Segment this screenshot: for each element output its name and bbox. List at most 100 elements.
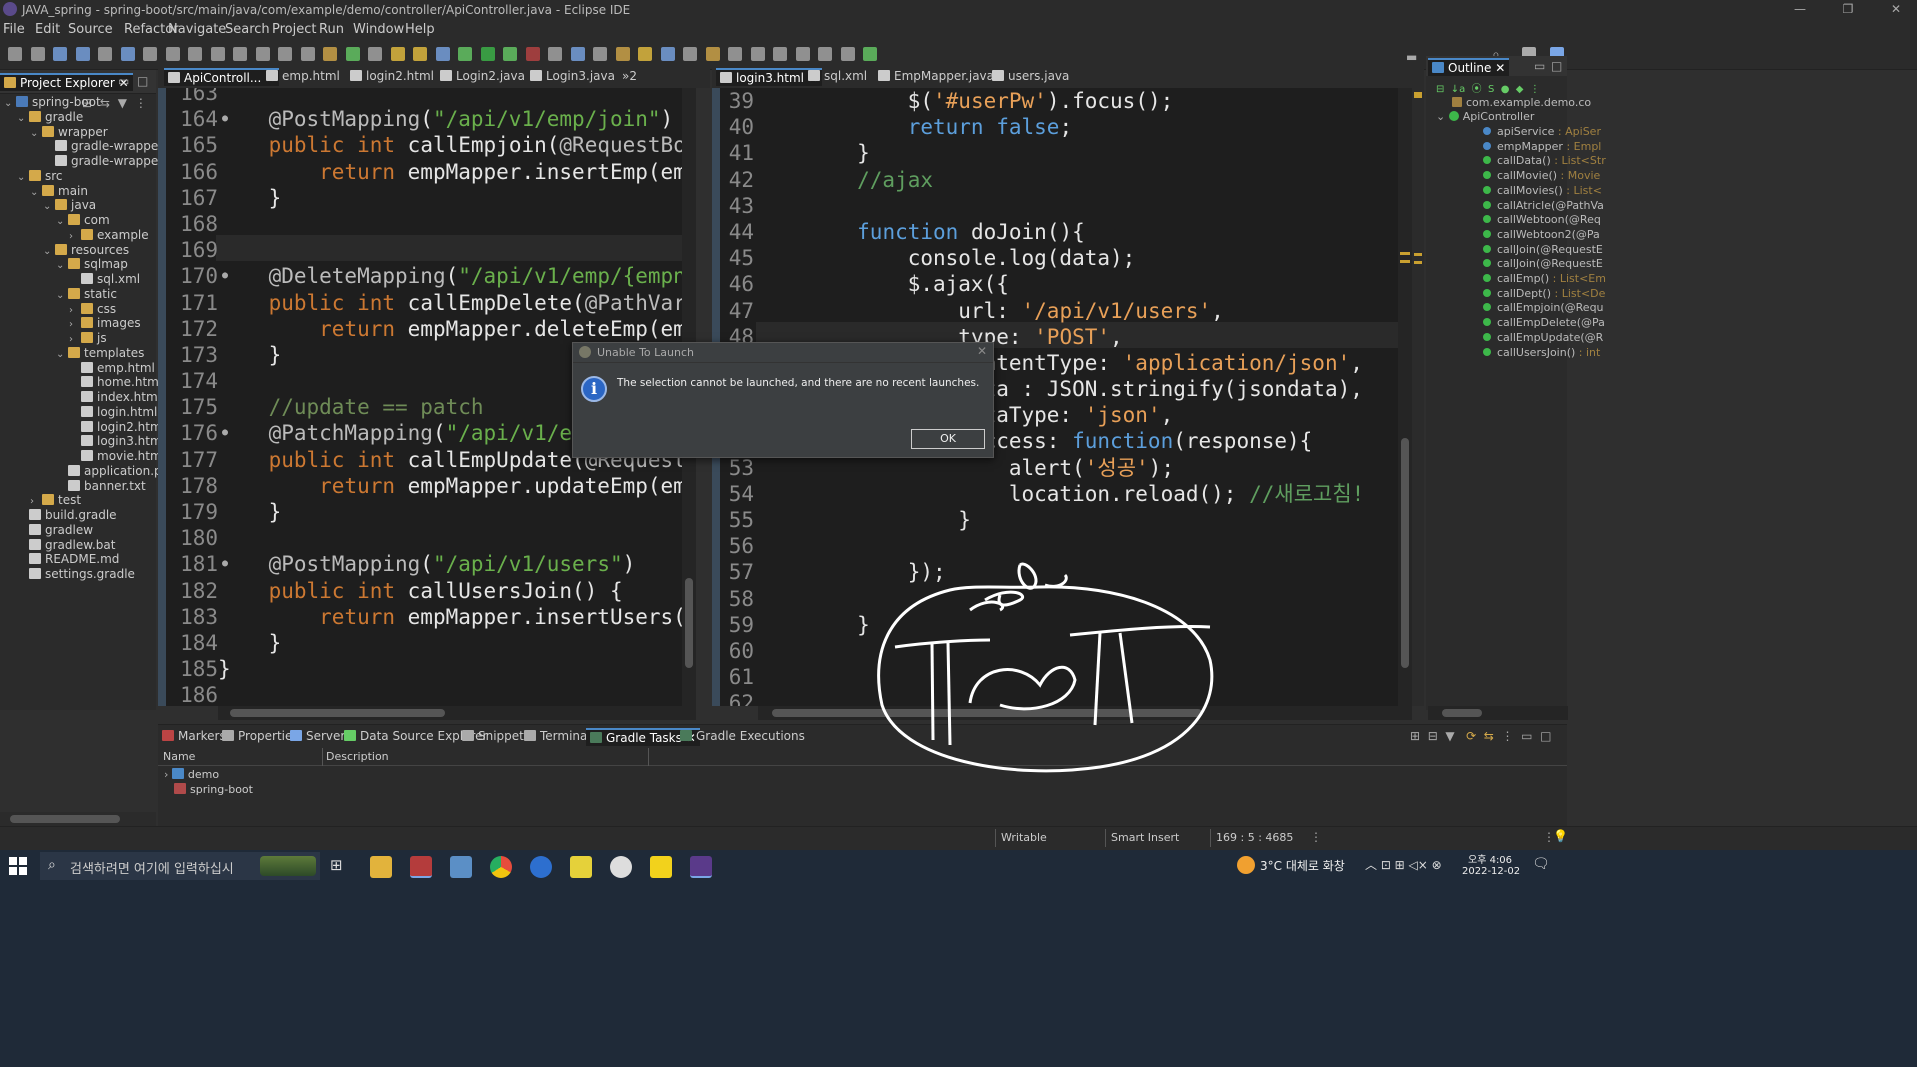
hide-fields-icon[interactable]: ⦿ (1472, 84, 1482, 95)
right-editor-tab-2[interactable]: EmpMapper.java (878, 68, 994, 86)
sort-icon[interactable]: ↓a (1451, 84, 1466, 95)
tree-item-gradlew[interactable]: gradlew (17, 523, 93, 537)
outline-member-0[interactable]: apiService : ApiSer (1483, 125, 1601, 138)
toolbar-action-icon[interactable] (75, 47, 90, 61)
toolbar-action-icon[interactable] (98, 47, 112, 61)
recording-app-icon[interactable] (410, 856, 432, 878)
chevron-down-icon[interactable]: ⌄ (56, 290, 68, 301)
panel-minimize-icon[interactable]: ▭ (1521, 729, 1532, 743)
outline-member-11[interactable]: callDept() : List<De (1483, 287, 1605, 300)
outline-member-2[interactable]: callData() : List<Str (1483, 154, 1606, 167)
app-blue-icon[interactable] (530, 856, 552, 878)
toolbar-action-icon[interactable] (53, 47, 67, 61)
menu-window[interactable]: Window (353, 22, 404, 37)
code-line[interactable] (218, 237, 682, 263)
outline-member-14[interactable]: callEmpUpdate(@R (1483, 331, 1603, 344)
tree-item-resources[interactable]: ⌄ resources (43, 243, 129, 257)
toolbar-action-icon[interactable] (660, 47, 675, 61)
outline-package[interactable]: com.example.demo.co (1452, 96, 1591, 109)
toolbar-action-icon[interactable] (368, 47, 382, 61)
code-line[interactable] (756, 193, 1364, 219)
code-line[interactable] (218, 211, 682, 237)
weather-text[interactable]: 3°C 대체로 화창 (1260, 857, 1345, 874)
tree-item-test[interactable]: › test (30, 493, 81, 507)
code-line[interactable]: //ajax (756, 167, 1364, 193)
toolbar-action-icon[interactable] (345, 47, 360, 61)
code-line[interactable]: $.ajax({ (756, 271, 1364, 297)
code-line[interactable]: public int callEmpjoin(@RequestBod (218, 132, 682, 158)
link-selection-icon[interactable]: ⇆ (1484, 729, 1494, 743)
code-line[interactable]: function doJoin(){ (756, 219, 1364, 245)
tree-row-spring-boot[interactable]: spring-boot (174, 783, 253, 796)
tree-item-images[interactable]: › images (69, 316, 141, 330)
outline-member-6[interactable]: callWebtoon(@Req (1483, 213, 1601, 226)
filter-tasks-icon[interactable]: ▼ (1445, 729, 1454, 743)
tree-row-demo[interactable]: › demo (164, 768, 219, 781)
right-editor-vertical-scrollbar[interactable] (1398, 88, 1412, 706)
toolbar-action-icon[interactable] (30, 47, 45, 61)
code-line[interactable]: $('#userPw').focus(); (756, 88, 1364, 114)
right-editor-tab-1[interactable]: sql.xml (808, 68, 867, 86)
outline-class[interactable]: ⌄ ApiController (1436, 110, 1534, 123)
close-window-button[interactable]: ✕ (1876, 0, 1916, 20)
code-line[interactable]: public int callUsersJoin() { (218, 578, 682, 604)
code-line[interactable]: @DeleteMapping("/api/v1/emp/{empno (218, 263, 682, 289)
toolbar-action-icon[interactable] (503, 47, 517, 61)
toolbar-action-icon[interactable] (480, 47, 495, 61)
left-editor-tab-0[interactable]: ApiControll... ✕ (164, 68, 280, 86)
code-line[interactable]: @PostMapping("/api/v1/emp/join") (218, 106, 682, 132)
chevron-down-icon[interactable]: ⌄ (4, 98, 16, 109)
project-explorer-tab[interactable]: Project Explorer ✕ (0, 73, 133, 91)
code-line[interactable]: location.reload(); //새로고침! (756, 481, 1364, 507)
toolbar-action-icon[interactable] (323, 47, 337, 61)
menu-navigate[interactable]: Navigate (168, 22, 226, 37)
file-explorer-icon[interactable] (370, 856, 392, 878)
eclipse-taskbar-icon[interactable] (690, 856, 712, 878)
chevron-right-icon[interactable]: › (69, 334, 81, 345)
tree-item-java[interactable]: ⌄ java (43, 198, 96, 212)
filter-icon[interactable]: ▼ (118, 96, 127, 110)
tree-item-src[interactable]: ⌄ src (17, 169, 63, 183)
toolbar-action-icon[interactable] (750, 47, 765, 61)
explorer-horizontal-scrollbar[interactable] (0, 812, 156, 826)
toolbar-action-icon[interactable] (435, 47, 450, 61)
toolbar-action-icon[interactable] (143, 47, 157, 61)
code-line[interactable]: public int callEmpDelete(@PathVari (218, 290, 682, 316)
tree-item-home-html[interactable]: home.html (69, 375, 162, 389)
tree-item-com[interactable]: ⌄ com (56, 213, 110, 227)
code-line[interactable]: return empMapper.deleteEmp(emp (218, 316, 682, 342)
code-line[interactable]: } (218, 499, 682, 525)
chevron-down-icon[interactable]: ⌄ (56, 349, 68, 360)
chrome-icon[interactable] (490, 856, 512, 878)
link-editor-icon[interactable]: ⇆ (100, 96, 110, 110)
tree-item-build-gradle[interactable]: build.gradle (17, 508, 117, 522)
toolbar-action-icon[interactable] (863, 47, 877, 61)
minimize-button[interactable]: — (1780, 0, 1820, 20)
code-line[interactable]: } (218, 656, 682, 682)
chevron-down-icon[interactable]: ⌄ (56, 216, 68, 227)
expand-icon[interactable]: ⊞ (1410, 729, 1420, 743)
tree-item-gradle[interactable]: ⌄ gradle (17, 110, 83, 124)
code-line[interactable]: console.log(data); (756, 245, 1364, 271)
menu-file[interactable]: File (3, 22, 25, 37)
code-line[interactable]: return empMapper.updateEmp(emp (218, 473, 682, 499)
toolbar-action-icon[interactable] (615, 47, 630, 61)
tree-item-readme-md[interactable]: README.md (17, 552, 119, 566)
tree-item-spring-boot[interactable]: ⌄ spring-boot (4, 95, 101, 109)
bottom-tab-servers[interactable]: Servers (290, 728, 352, 746)
windows-start-icon[interactable] (8, 856, 28, 876)
kakaotalk-icon[interactable] (650, 856, 672, 878)
toolbar-action-icon[interactable] (120, 47, 135, 61)
status-menu-icon[interactable]: ⋮ (1310, 830, 1322, 844)
toolbar-action-icon[interactable] (165, 47, 180, 61)
outline-member-5[interactable]: callAtricle(@PathVa (1483, 199, 1604, 212)
left-editor-tab-5[interactable]: »2 (622, 68, 637, 86)
toolbar-action-icon[interactable] (548, 47, 562, 61)
tree-item-css[interactable]: › css (69, 302, 116, 316)
notification-icon[interactable]: 🗨 (1532, 856, 1550, 872)
menu-edit[interactable]: Edit (35, 22, 60, 37)
right-editor-tab-0[interactable]: login3.html ✕ (716, 68, 822, 86)
code-line[interactable] (218, 88, 682, 106)
menu-search[interactable]: Search (225, 22, 270, 37)
toolbar-action-icon[interactable] (570, 47, 585, 61)
